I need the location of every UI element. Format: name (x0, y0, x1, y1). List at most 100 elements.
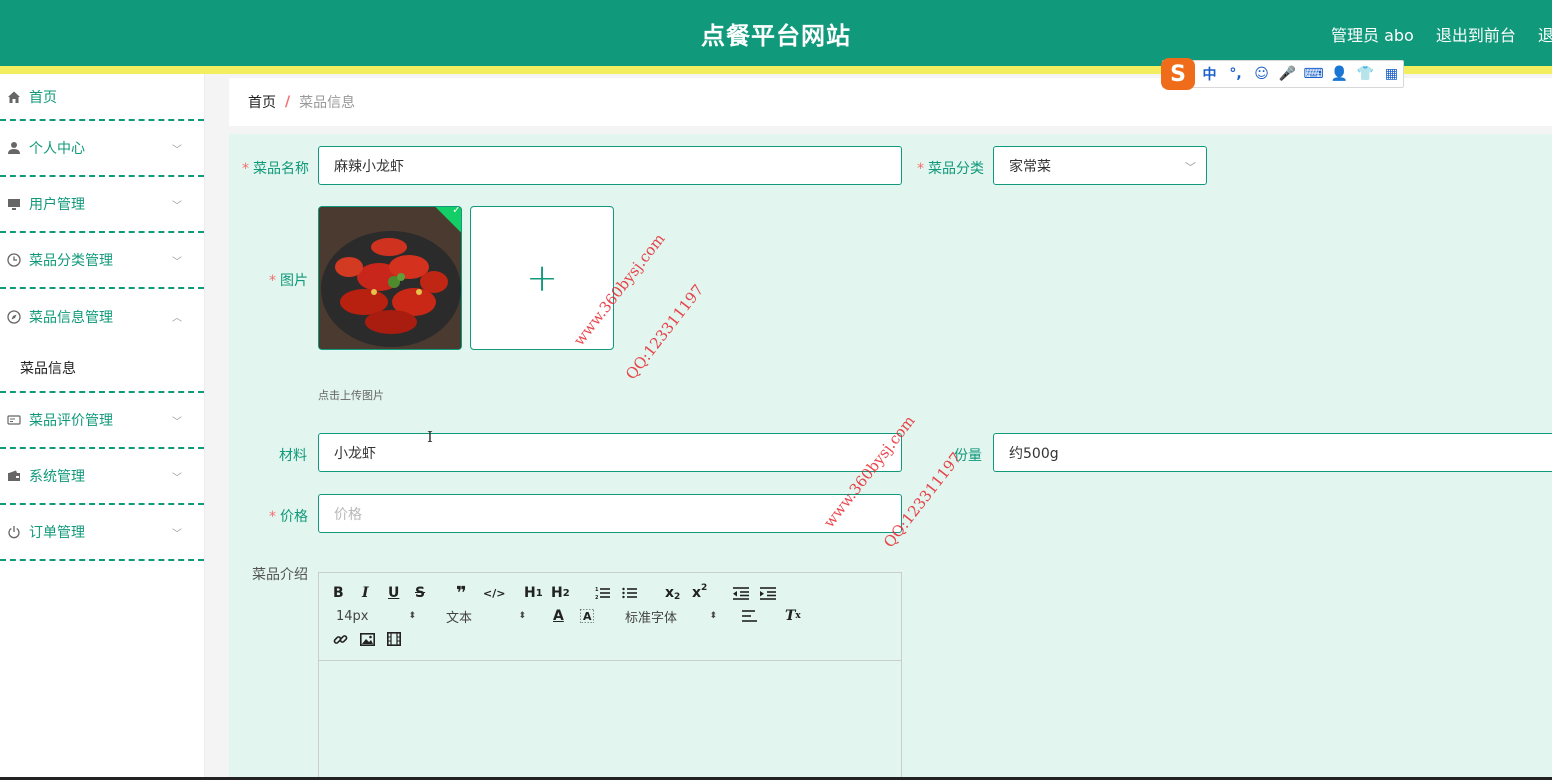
compass-icon (6, 309, 22, 325)
chevron-down-icon: ﹀ (172, 145, 182, 156)
breadcrumb-home[interactable]: 首页 (248, 92, 276, 112)
underline-button[interactable]: U (388, 583, 399, 603)
svg-text:1: 1 (595, 587, 599, 593)
portion-input[interactable]: 约500g (993, 433, 1552, 472)
check-icon: ✓ (452, 206, 461, 216)
uploaded-image-thumb[interactable]: ✓ (318, 206, 462, 350)
chevron-down-icon: ﹀ (172, 529, 182, 540)
home-icon (6, 89, 22, 105)
sidebar-item-users[interactable]: 用户管理 ﹀ (0, 177, 204, 233)
code-block-button[interactable]: </> (483, 583, 505, 603)
dish-name-label: * 菜品名称 (242, 161, 309, 177)
sidebar-item-orders[interactable]: 订单管理 ﹀ (0, 505, 204, 561)
image-label: * 图片 (269, 273, 308, 289)
material-label: 材料 (279, 448, 307, 464)
sidebar-item-reviews[interactable]: 菜品评价管理 ﹀ (0, 393, 204, 449)
ime-skin-icon[interactable]: 👕 (1355, 64, 1376, 85)
top-header: 点餐平台网站 管理员 abo 退出到前台 退 (0, 0, 1552, 66)
header-1-button[interactable]: H1 (524, 583, 543, 603)
card-icon (6, 412, 22, 428)
sidebar-item-system[interactable]: 系统管理 ﹀ (0, 449, 204, 505)
bullet-list-button[interactable] (622, 583, 637, 603)
intro-label: 菜品介绍 (252, 567, 308, 583)
chevron-up-icon: ︿ (172, 313, 182, 324)
sidebar-item-label: 个人中心 (29, 141, 85, 157)
header-actions: 管理员 abo 退出到前台 退 (1331, 22, 1552, 46)
sogou-logo-icon[interactable]: S (1161, 58, 1195, 90)
sidebar-item-dish-info[interactable]: 菜品信息管理 ︿ (0, 289, 204, 345)
sidebar-item-category[interactable]: 菜品分类管理 ﹀ (0, 233, 204, 289)
sort-arrows-icon: ⬍ (408, 611, 416, 621)
superscript-button[interactable]: x2 (692, 583, 707, 603)
sidebar: 首页 个人中心 ﹀ 用户管理 ﹀ 菜品分类管理 ﹀ 菜品信息管理 ︿ 菜品信息 … (0, 74, 205, 780)
sidebar-item-label: 系统管理 (29, 469, 85, 485)
sort-arrows-icon: ⬍ (709, 611, 717, 621)
sidebar-item-home[interactable]: 首页 (0, 74, 204, 121)
ime-toolbox-icon[interactable]: ▦ (1381, 64, 1402, 85)
chevron-down-icon: ﹀ (1185, 161, 1196, 174)
sidebar-item-label: 用户管理 (29, 197, 85, 213)
main-content: 首页 / 菜品信息 *菜品名称 麻辣小龙虾 *菜品分类 家常菜 ﹀ *图片 (205, 74, 1552, 780)
header-2-button[interactable]: H2 (551, 583, 570, 603)
font-size-value: 14px (336, 608, 369, 624)
sidebar-item-profile[interactable]: 个人中心 ﹀ (0, 121, 204, 177)
font-family-select[interactable]: 标准字体 ⬍ (625, 606, 717, 626)
chevron-down-icon: ﹀ (172, 417, 182, 428)
editor-content-area[interactable] (319, 661, 901, 779)
back-to-front-link[interactable]: 退出到前台 (1436, 22, 1516, 46)
clock-icon (6, 252, 22, 268)
font-size-select[interactable]: 14px ⬍ (336, 606, 416, 626)
upload-tip: 点击上传图片 (318, 389, 384, 402)
ime-voice-icon[interactable]: 🎤 (1277, 64, 1298, 85)
blockquote-button[interactable]: ❞ (456, 583, 467, 604)
ime-punctuation-icon[interactable]: °, (1225, 64, 1246, 85)
text-type-select[interactable]: 文本 ⬍ (446, 606, 526, 626)
font-color-button[interactable]: A (553, 606, 564, 626)
ime-user-icon[interactable]: 👤 (1329, 64, 1350, 85)
dish-name-input[interactable]: 麻辣小龙虾 (318, 146, 902, 185)
sidebar-item-label: 首页 (29, 89, 57, 106)
sidebar-item-label: 菜品评价管理 (29, 413, 113, 429)
bold-button[interactable]: B (333, 583, 344, 603)
sort-arrows-icon: ⬍ (518, 611, 526, 621)
font-family-value: 标准字体 (625, 610, 678, 626)
align-button[interactable] (742, 606, 757, 626)
material-input[interactable]: 小龙虾 (318, 433, 902, 472)
text-type-value: 文本 (446, 610, 473, 626)
dish-category-select[interactable]: 家常菜 ﹀ (993, 146, 1207, 185)
ime-chinese-mode[interactable]: 中 (1199, 64, 1220, 85)
image-button[interactable] (360, 629, 375, 649)
price-label: * 价格 (269, 509, 308, 525)
italic-button[interactable]: I (362, 583, 369, 603)
link-button[interactable] (333, 629, 348, 649)
site-title: 点餐平台网站 (701, 22, 851, 50)
submenu-item-dish-info[interactable]: 菜品信息 (0, 345, 204, 393)
wallet-icon (6, 468, 22, 484)
plus-icon: + (526, 256, 558, 300)
clear-format-button[interactable]: Tx (785, 606, 801, 626)
logout-link[interactable]: 退 (1538, 22, 1552, 46)
strike-button[interactable]: S (415, 583, 425, 603)
rich-text-editor: B I U S ❞ </> H1 H2 12 x2 x2 14px ⬍ 文本 ⬍… (318, 572, 902, 780)
breadcrumb-separator: / (285, 94, 291, 110)
dish-category-label: * 菜品分类 (917, 161, 984, 177)
price-input[interactable]: 价格 (318, 494, 902, 533)
power-icon (6, 524, 22, 540)
crayfish-photo (319, 207, 461, 349)
editor-toolbar: B I U S ❞ </> H1 H2 12 x2 x2 14px ⬍ 文本 ⬍… (319, 573, 901, 661)
ime-toolbar: S 中 °, ☺ 🎤 ⌨ 👤 👕 ▦ (1161, 58, 1404, 90)
sidebar-item-label: 订单管理 (29, 525, 85, 541)
chevron-down-icon: ﹀ (172, 257, 182, 268)
subscript-button[interactable]: x2 (665, 583, 680, 603)
background-color-button[interactable]: A (580, 606, 594, 626)
ime-emoji-icon[interactable]: ☺ (1251, 64, 1272, 85)
admin-user-label[interactable]: 管理员 abo (1331, 22, 1414, 46)
svg-text:A: A (583, 610, 592, 623)
outdent-button[interactable] (733, 583, 749, 603)
svg-text:2: 2 (595, 595, 599, 600)
indent-button[interactable] (760, 583, 776, 603)
ordered-list-button[interactable]: 12 (595, 583, 610, 603)
breadcrumb-current: 菜品信息 (299, 95, 356, 111)
video-button[interactable] (387, 629, 401, 649)
ime-keyboard-icon[interactable]: ⌨ (1303, 64, 1324, 85)
